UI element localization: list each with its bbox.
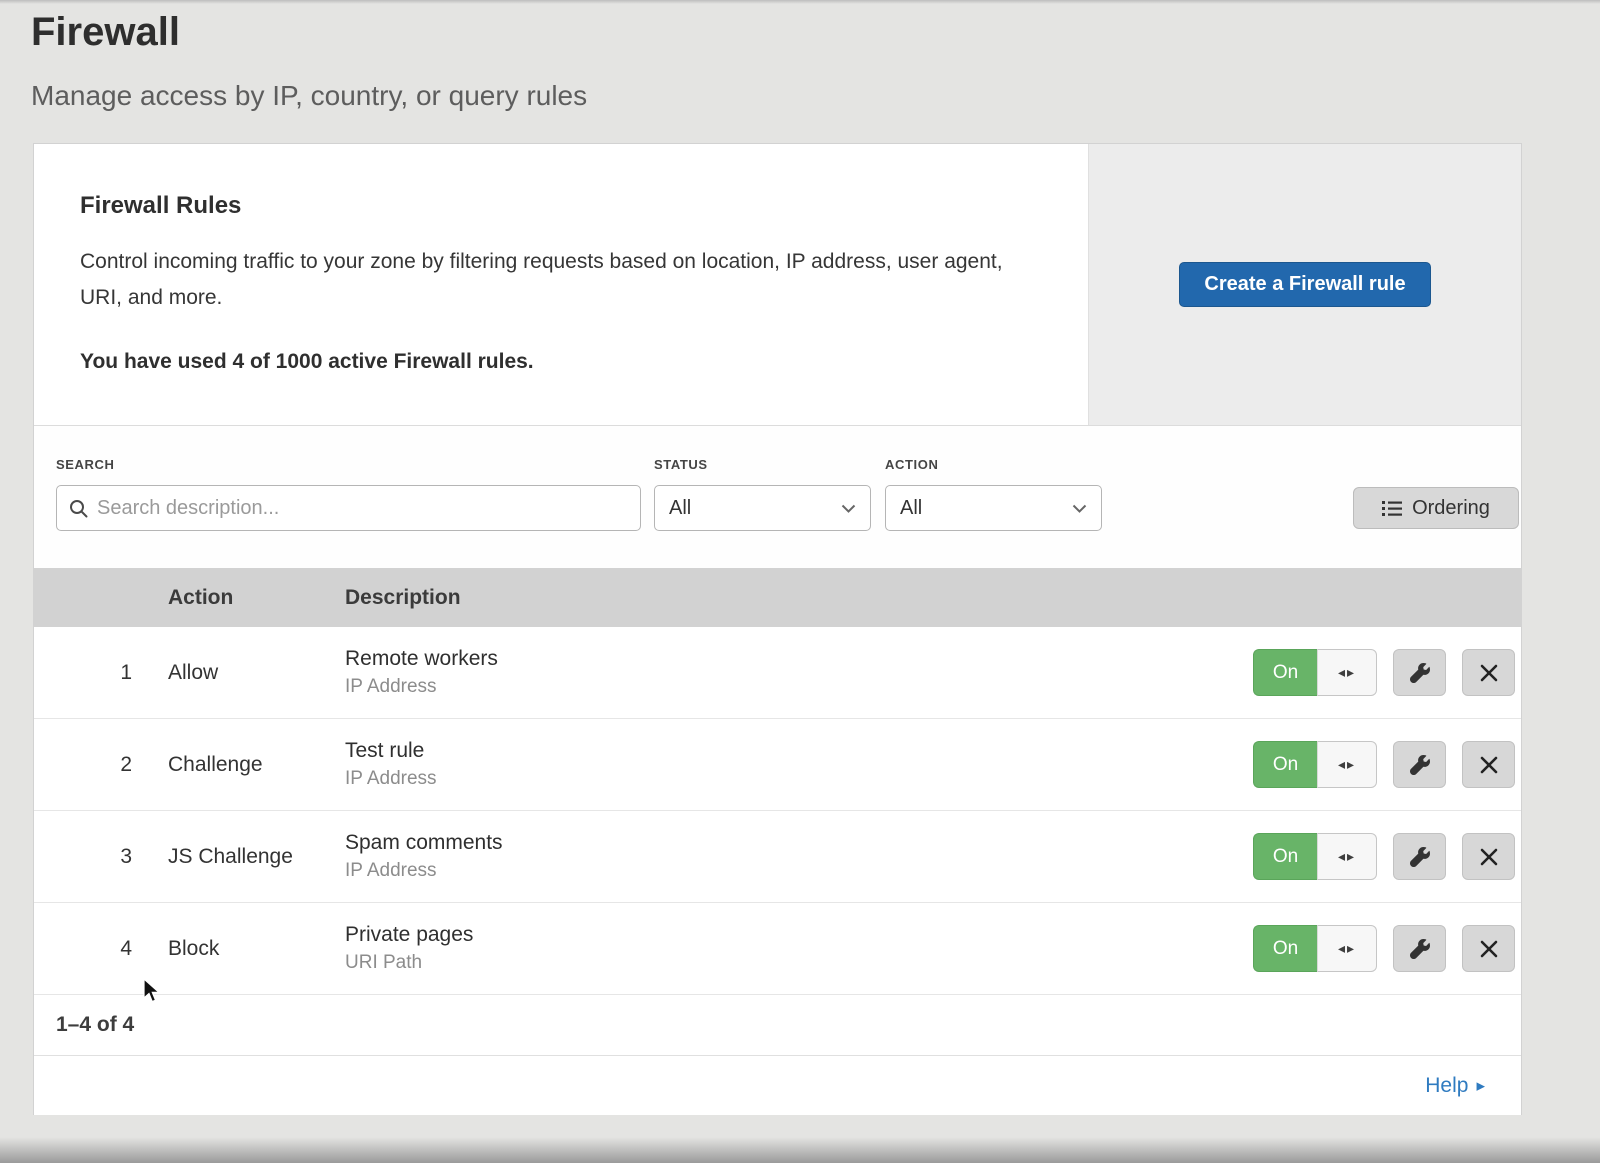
configure-rule-button[interactable]	[1393, 741, 1446, 788]
chevron-down-icon	[1072, 504, 1087, 513]
filter-bar: SEARCH STATUS ACTION All All	[34, 426, 1521, 568]
column-header-description: Description	[345, 586, 1239, 610]
rule-match-type: IP Address	[345, 860, 1239, 882]
rule-controls: On ◂▸	[1239, 833, 1515, 880]
rule-number: 3	[34, 845, 168, 869]
table-row: 2 Challenge Test rule IP Address On ◂▸	[34, 719, 1521, 811]
left-right-arrows-icon[interactable]: ◂▸	[1317, 741, 1377, 788]
x-icon	[1480, 848, 1498, 866]
rule-action: Challenge	[168, 753, 345, 777]
pagination-label: 1–4 of 4	[56, 1013, 134, 1037]
toggle-on-label: On	[1253, 649, 1317, 696]
configure-rule-button[interactable]	[1393, 649, 1446, 696]
wrench-icon	[1410, 663, 1430, 683]
delete-rule-button[interactable]	[1462, 925, 1515, 972]
help-row: Help ▸	[34, 1056, 1521, 1115]
configure-rule-button[interactable]	[1393, 925, 1446, 972]
action-label: ACTION	[885, 457, 938, 472]
table-row: 4 Block Private pages URI Path On ◂▸	[34, 903, 1521, 995]
firewall-rules-card: Firewall Rules Control incoming traffic …	[33, 143, 1522, 1115]
wrench-icon	[1410, 847, 1430, 867]
status-label: STATUS	[654, 457, 708, 472]
card-description: Control incoming traffic to your zone by…	[80, 244, 1030, 316]
ordered-list-icon	[1382, 500, 1402, 517]
toggle-on-label: On	[1253, 925, 1317, 972]
rule-enabled-toggle[interactable]: On ◂▸	[1253, 741, 1377, 788]
rule-number: 4	[34, 937, 168, 961]
rule-number: 1	[34, 661, 168, 685]
rule-action: Allow	[168, 661, 345, 685]
rule-description: Test rule	[345, 739, 1239, 763]
chevron-down-icon	[841, 504, 856, 513]
delete-rule-button[interactable]	[1462, 833, 1515, 880]
help-link[interactable]: Help ▸	[1425, 1074, 1485, 1098]
rule-action: Block	[168, 937, 345, 961]
x-icon	[1480, 664, 1498, 682]
rule-description: Private pages	[345, 923, 1239, 947]
card-top-section: Firewall Rules Control incoming traffic …	[34, 144, 1521, 426]
delete-rule-button[interactable]	[1462, 741, 1515, 788]
screen-bottom-edge	[0, 1137, 1600, 1163]
create-firewall-rule-button[interactable]: Create a Firewall rule	[1179, 262, 1430, 307]
rule-description-cell: Private pages URI Path	[345, 923, 1239, 974]
rule-description-cell: Test rule IP Address	[345, 739, 1239, 790]
card-intro: Firewall Rules Control incoming traffic …	[34, 144, 1088, 425]
table-row: 3 JS Challenge Spam comments IP Address …	[34, 811, 1521, 903]
rule-description-cell: Spam comments IP Address	[345, 831, 1239, 882]
search-input[interactable]	[97, 497, 628, 520]
search-icon	[69, 499, 88, 518]
screen-top-edge	[0, 0, 1600, 4]
card-title: Firewall Rules	[80, 192, 1048, 220]
pagination-row: 1–4 of 4	[34, 995, 1521, 1056]
search-label: SEARCH	[56, 457, 115, 472]
rule-description: Spam comments	[345, 831, 1239, 855]
rule-action: JS Challenge	[168, 845, 345, 869]
x-icon	[1480, 756, 1498, 774]
wrench-icon	[1410, 939, 1430, 959]
left-right-arrows-icon[interactable]: ◂▸	[1317, 833, 1377, 880]
rule-match-type: IP Address	[345, 676, 1239, 698]
action-select-value: All	[900, 497, 922, 520]
rule-match-type: URI Path	[345, 952, 1239, 974]
rule-description-cell: Remote workers IP Address	[345, 647, 1239, 698]
action-select[interactable]: All	[885, 485, 1102, 531]
rules-usage-text: You have used 4 of 1000 active Firewall …	[80, 350, 1048, 374]
column-header-action: Action	[168, 586, 345, 610]
rule-enabled-toggle[interactable]: On ◂▸	[1253, 925, 1377, 972]
configure-rule-button[interactable]	[1393, 833, 1446, 880]
status-select-value: All	[669, 497, 691, 520]
table-row: 1 Allow Remote workers IP Address On ◂▸	[34, 627, 1521, 719]
page-subtitle: Manage access by IP, country, or query r…	[31, 80, 587, 112]
rule-enabled-toggle[interactable]: On ◂▸	[1253, 833, 1377, 880]
rule-controls: On ◂▸	[1239, 741, 1515, 788]
search-box	[56, 485, 641, 531]
rule-description: Remote workers	[345, 647, 1239, 671]
left-right-arrows-icon[interactable]: ◂▸	[1317, 649, 1377, 696]
wrench-icon	[1410, 755, 1430, 775]
rule-enabled-toggle[interactable]: On ◂▸	[1253, 649, 1377, 696]
rule-controls: On ◂▸	[1239, 925, 1515, 972]
left-right-arrows-icon[interactable]: ◂▸	[1317, 925, 1377, 972]
ordering-button[interactable]: Ordering	[1353, 487, 1519, 529]
card-action-panel: Create a Firewall rule	[1088, 144, 1521, 425]
x-icon	[1480, 940, 1498, 958]
rule-number: 2	[34, 753, 168, 777]
page-title: Firewall	[31, 8, 587, 56]
ordering-button-label: Ordering	[1412, 497, 1490, 520]
delete-rule-button[interactable]	[1462, 649, 1515, 696]
page-header: Firewall Manage access by IP, country, o…	[31, 8, 587, 112]
help-link-label: Help	[1425, 1074, 1468, 1098]
chevron-right-icon: ▸	[1476, 1076, 1485, 1096]
toggle-on-label: On	[1253, 833, 1317, 880]
rule-match-type: IP Address	[345, 768, 1239, 790]
rule-controls: On ◂▸	[1239, 649, 1515, 696]
table-header: Action Description	[34, 568, 1521, 627]
toggle-on-label: On	[1253, 741, 1317, 788]
status-select[interactable]: All	[654, 485, 871, 531]
